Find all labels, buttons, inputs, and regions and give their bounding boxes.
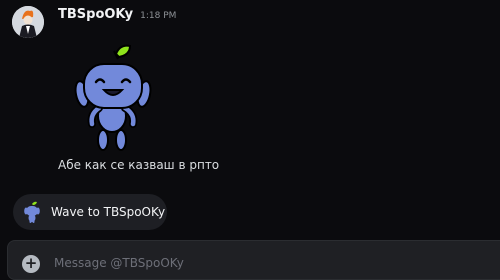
wumpus-sticker-image [74, 44, 152, 151]
message-input[interactable] [54, 253, 454, 273]
wave-button-label: Wave to TBSpoOKy [51, 205, 166, 219]
author-name[interactable]: TBSpoOKy [58, 6, 133, 24]
message-timestamp: 1:18 PM [140, 11, 177, 21]
wumpus-mini-icon [23, 201, 41, 223]
message-composer: + [7, 240, 500, 280]
message-header: TBSpoOKy 1:18 PM [12, 6, 176, 40]
plus-circle-icon[interactable]: + [22, 255, 40, 273]
wave-button[interactable]: Wave to TBSpoOKy [13, 194, 167, 230]
avatar[interactable] [12, 6, 44, 38]
avatar-image [12, 6, 44, 38]
wumpus-wave-sticker[interactable] [72, 42, 154, 154]
message-text: Абе как се казваш в рпто [58, 158, 220, 172]
